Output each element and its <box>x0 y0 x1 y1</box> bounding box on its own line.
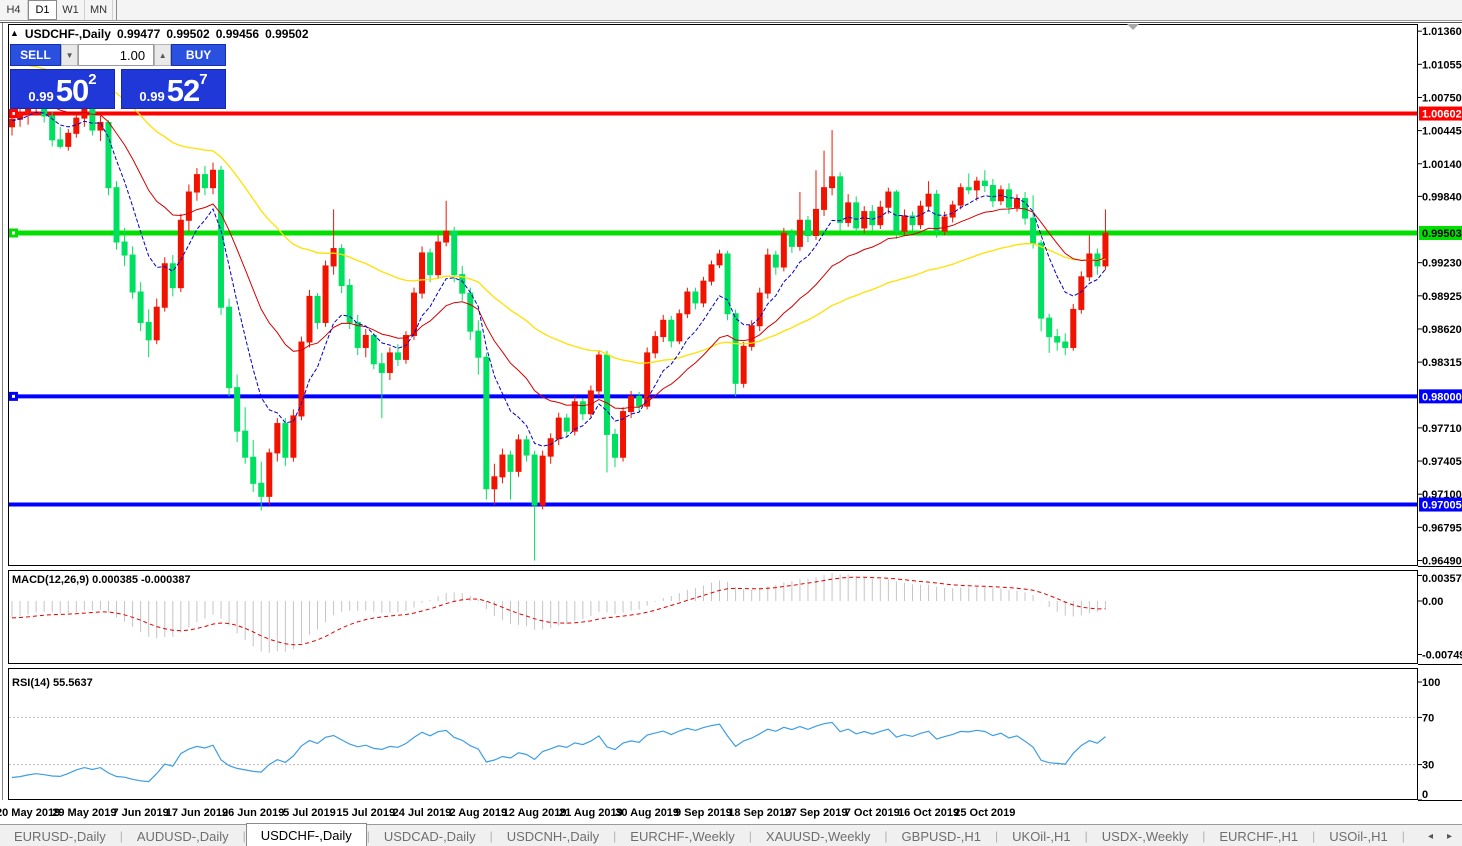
buy-price-tile[interactable]: 0.99 52 7 <box>121 69 226 109</box>
buy-price-prefix: 0.99 <box>139 87 164 107</box>
volume-decrease-icon[interactable]: ▼ <box>61 44 78 66</box>
sell-price-digits: 50 <box>56 74 88 107</box>
chart-tab-xauusd-weekly[interactable]: XAUUSD-,Weekly <box>752 825 885 846</box>
macd-axis-label: -0.00749 <box>1422 650 1462 662</box>
date-tick-label: 5 Jul 2019 <box>283 807 336 819</box>
date-tick-label: 7 Jun 2019 <box>113 807 169 819</box>
ohlc-close: 0.99502 <box>265 27 308 41</box>
sell-button[interactable]: SELL <box>10 44 61 66</box>
price-tick-label: 1.01360 <box>1422 26 1462 38</box>
price-tick-label: 0.96795 <box>1422 522 1462 534</box>
rsi-axis-label: 30 <box>1422 760 1434 772</box>
trade-quotes-row: 0.99 50 2 0.99 52 7 <box>10 69 226 109</box>
date-tick-label: 9 Sep 2019 <box>675 807 732 819</box>
date-tick-label: 26 Jun 2019 <box>222 807 284 819</box>
chart-tab-usdx-weekly[interactable]: USDX-,Weekly <box>1088 825 1202 846</box>
price-tick-label: 0.99840 <box>1422 191 1462 203</box>
buy-price-digits: 52 <box>167 74 199 107</box>
price-level-badge-label: 0.97005 <box>1422 500 1462 512</box>
tab-separator: | <box>1402 829 1405 843</box>
price-level-badge-label: 0.98000 <box>1422 391 1462 403</box>
rsi-indicator-label: RSI(14) 55.5637 <box>12 677 93 689</box>
date-tick-label: 7 Oct 2019 <box>845 807 900 819</box>
sell-price-tile[interactable]: 0.99 50 2 <box>10 69 115 109</box>
chart-tab-usdcnh-daily[interactable]: USDCNH-,Daily <box>493 825 613 846</box>
tab-scroll-left-icon[interactable]: ◂ <box>1428 831 1433 842</box>
date-tick-label: 17 Jun 2019 <box>166 807 228 819</box>
sell-price-pipette: 2 <box>88 65 96 95</box>
sell-price-prefix: 0.99 <box>28 87 53 107</box>
macd-indicator-label: MACD(12,26,9) 0.000385 -0.000387 <box>12 574 191 586</box>
price-tick-label: 0.98315 <box>1422 357 1462 369</box>
date-tick-label: 21 Aug 2019 <box>559 807 623 819</box>
date-tick-label: 20 May 2019 <box>0 807 60 819</box>
chart-header: ▲ USDCHF-,Daily 0.99477 0.99502 0.99456 … <box>10 27 309 41</box>
date-tick-label: 29 May 2019 <box>52 807 116 819</box>
ohlc-high: 0.99502 <box>166 27 209 41</box>
symbol-name: USDCHF-,Daily <box>25 27 111 41</box>
buy-price-pipette: 7 <box>199 65 207 95</box>
price-tick-label: 0.96490 <box>1422 556 1462 568</box>
macd-axis-label: 0.003574 <box>1422 573 1462 585</box>
price-tick-label: 1.00750 <box>1422 92 1462 104</box>
chart-tab-gbpusd-h1[interactable]: GBPUSD-,H1 <box>888 825 995 846</box>
date-tick-label: 2 Aug 2019 <box>449 807 507 819</box>
date-tick-label: 27 Sep 2019 <box>785 807 848 819</box>
price-tick-label: 0.97405 <box>1422 456 1462 468</box>
chart-tab-audusd-daily[interactable]: AUDUSD-,Daily <box>123 825 243 846</box>
date-tick-label: 18 Sep 2019 <box>728 807 791 819</box>
macd-axis-label: 0.00 <box>1422 596 1443 608</box>
chart-canvas: 1.013601.010551.007501.004451.001400.998… <box>0 0 1462 824</box>
chart-tab-usdchf-daily[interactable]: USDCHF-,Daily <box>246 823 367 846</box>
chart-tab-bar: EURUSD-,Daily|AUDUSD-,Daily|USDCHF-,Dail… <box>0 824 1462 846</box>
buy-button[interactable]: BUY <box>171 44 226 66</box>
chart-tab-usoil-h1[interactable]: USOil-,H1 <box>1315 825 1402 846</box>
collapse-panel-icon[interactable]: ▲ <box>10 28 19 42</box>
price-tick-label: 1.01055 <box>1422 59 1462 71</box>
price-tick-label: 0.98620 <box>1422 324 1462 336</box>
volume-increase-icon[interactable]: ▲ <box>154 44 171 66</box>
rsi-axis-label: 100 <box>1422 677 1440 689</box>
chart-tab-ukoil-h1[interactable]: UKOil-,H1 <box>998 825 1085 846</box>
price-tick-label: 1.00140 <box>1422 159 1462 171</box>
one-click-trading-panel: SELL ▼ 1.00 ▲ BUY 0.99 50 2 0.99 52 7 <box>10 44 226 109</box>
chart-tab-eurchf-h1[interactable]: EURCHF-,H1 <box>1205 825 1312 846</box>
price-level-badge-label: 0.99503 <box>1422 228 1462 240</box>
rsi-axis-label: 0 <box>1422 789 1428 801</box>
date-tick-label: 15 Jul 2019 <box>336 807 395 819</box>
tab-scroll-arrows: ◂▸ <box>1428 831 1452 842</box>
trading-terminal-window: H4D1W1MN 1.013601.010551.007501.004451.0… <box>0 0 1462 846</box>
chart-tab-eurusd-daily[interactable]: EURUSD-,Daily <box>0 825 120 846</box>
date-axis: 20 May 201929 May 20197 Jun 201917 Jun 2… <box>0 807 1015 819</box>
price-tick-label: 0.98925 <box>1422 291 1462 303</box>
price-tick-label: 0.99230 <box>1422 258 1462 270</box>
price-level-badge-label: 1.00602 <box>1422 109 1462 121</box>
chart-tab-usdcad-daily[interactable]: USDCAD-,Daily <box>370 825 490 846</box>
ohlc-open: 0.99477 <box>117 27 160 41</box>
rsi-axis-label: 70 <box>1422 712 1434 724</box>
trade-controls-row: SELL ▼ 1.00 ▲ BUY <box>10 44 226 66</box>
price-tick-label: 1.00445 <box>1422 126 1462 138</box>
pane-borders <box>9 25 1462 801</box>
date-tick-label: 25 Oct 2019 <box>954 807 1015 819</box>
date-tick-label: 12 Aug 2019 <box>503 807 567 819</box>
price-tick-label: 0.97710 <box>1422 423 1462 435</box>
chart-tab-eurchf-weekly[interactable]: EURCHF-,Weekly <box>616 825 749 846</box>
date-tick-label: 16 Oct 2019 <box>898 807 959 819</box>
date-tick-label: 30 Aug 2019 <box>615 807 679 819</box>
ohlc-low: 0.99456 <box>216 27 259 41</box>
tab-scroll-right-icon[interactable]: ▸ <box>1447 831 1452 842</box>
date-tick-label: 24 Jul 2019 <box>393 807 452 819</box>
volume-input[interactable]: 1.00 <box>78 44 154 66</box>
